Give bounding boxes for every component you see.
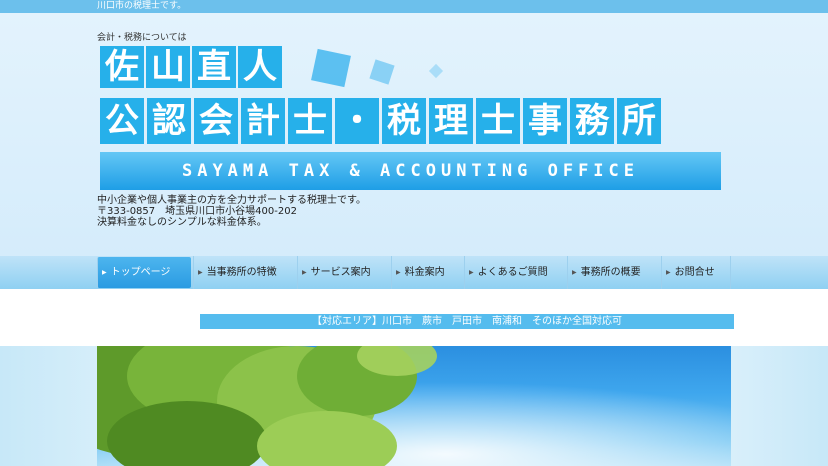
triangle-right-icon: ▶ <box>198 269 203 276</box>
main-nav: ▶ トップページ ▶ 当事務所の特徴 ▶ サービス案内 ▶ 料金案内 ▶ よくあるご質問 … <box>0 256 828 289</box>
logo-char: 務 <box>570 98 614 144</box>
logo-char: 理 <box>429 98 473 144</box>
logo-banner: SAYAMA TAX & ACCOUNTING OFFICE <box>100 152 721 190</box>
triangle-right-icon: ▶ <box>469 269 474 276</box>
logo-char: 所 <box>617 98 661 144</box>
logo-char: 計 <box>241 98 285 144</box>
triangle-right-icon: ▶ <box>302 269 307 276</box>
logo-char: 会 <box>194 98 238 144</box>
intro-line: 決算料金なしのシンプルな料金体系。 <box>97 217 267 228</box>
nav-item-pricing[interactable]: ▶ 料金案内 <box>391 256 463 289</box>
logo-char: 認 <box>147 98 191 144</box>
tree-illustration <box>97 346 731 466</box>
intro-line: 〒333-0857 埼玉県川口市小谷場400-202 <box>97 206 297 217</box>
nav-label: トップページ <box>110 267 171 278</box>
triangle-right-icon: ▶ <box>396 269 401 276</box>
triangle-right-icon: ▶ <box>102 269 107 276</box>
top-bar-text: 川口市の税理士です。 <box>97 1 187 11</box>
hero-image <box>97 346 731 466</box>
logo-char: 士 <box>476 98 520 144</box>
logo-char: 佐 <box>100 46 144 88</box>
nav-label: 事務所の概要 <box>580 267 641 278</box>
nav-label: サービス案内 <box>310 267 371 278</box>
logo-char: 人 <box>238 46 282 88</box>
logo-char: ・ <box>335 98 379 144</box>
decorative-square <box>311 48 351 88</box>
nav-label: よくあるご質問 <box>477 267 548 278</box>
logo-name-row[interactable]: 佐 山 直 人 <box>100 46 284 88</box>
nav-item-features[interactable]: ▶ 当事務所の特徴 <box>193 256 296 289</box>
top-bar: 川口市の税理士です。 <box>0 0 828 13</box>
logo-char: 山 <box>146 46 190 88</box>
logo-char: 税 <box>382 98 426 144</box>
tagline: 会計・税務については <box>97 33 187 43</box>
logo-char: 公 <box>100 98 144 144</box>
triangle-right-icon: ▶ <box>666 269 671 276</box>
nav-label: お問合せ <box>674 267 715 278</box>
service-area-bar: 【対応エリア】川口市 蕨市 戸田市 南浦和 そのほか全国対応可 <box>200 314 734 329</box>
triangle-right-icon: ▶ <box>572 269 577 276</box>
nav-item-about[interactable]: ▶ 事務所の概要 <box>567 256 660 289</box>
nav-item-faq[interactable]: ▶ よくあるご質問 <box>464 256 566 289</box>
logo-office-row[interactable]: 公 認 会 計 士 ・ 税 理 士 事 務 所 <box>100 98 664 144</box>
intro-line: 中小企業や個人事業主の方を全力サポートする税理士です。 <box>97 195 366 206</box>
nav-label: 料金案内 <box>404 267 445 278</box>
nav-label: 当事務所の特徴 <box>206 267 277 278</box>
nav-item-contact[interactable]: ▶ お問合せ <box>661 256 731 289</box>
logo-char: 事 <box>523 98 567 144</box>
logo-char: 士 <box>288 98 332 144</box>
nav-item-services[interactable]: ▶ サービス案内 <box>297 256 390 289</box>
logo-char: 直 <box>192 46 236 88</box>
nav-item-top[interactable]: ▶ トップページ <box>97 257 191 288</box>
intro-text: 中小企業や個人事業主の方を全力サポートする税理士です。 〒333-0857 埼玉… <box>97 195 366 228</box>
